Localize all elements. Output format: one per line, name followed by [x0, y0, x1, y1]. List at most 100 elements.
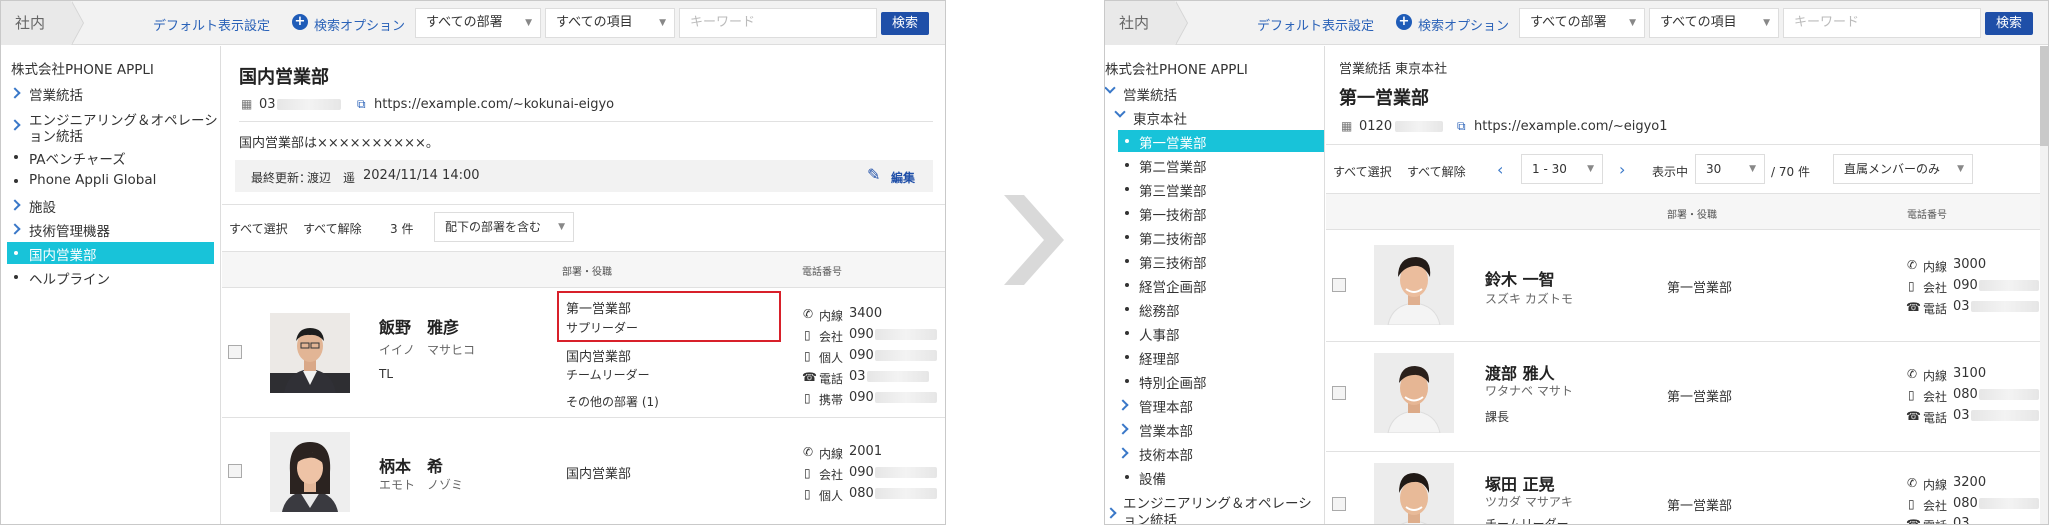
phone-number[interactable]: 090	[849, 327, 874, 342]
phone-number[interactable]: 090	[849, 465, 874, 480]
tree-item[interactable]: 人事部	[1139, 324, 1180, 344]
deselect-all-link[interactable]: すべて解除	[303, 220, 362, 237]
dept-url-link[interactable]: https://example.com/~kokunai-eigyo	[374, 97, 614, 112]
scrollbar-thumb[interactable]	[2040, 46, 2048, 146]
chevron-right-icon[interactable]	[9, 87, 21, 99]
row-checkbox[interactable]	[228, 345, 242, 359]
person-name[interactable]: 塚田 正晃	[1485, 471, 1555, 495]
dept-url-link[interactable]: https://example.com/~eigyo1	[1474, 119, 1668, 134]
updated-by-link[interactable]: 渡辺 遥	[307, 169, 355, 186]
scope-select[interactable]: 配下の部署を含む ▼	[434, 212, 574, 242]
search-options-link[interactable]: 検索オプション	[314, 15, 405, 34]
tree-item[interactable]: 第二技術部	[1139, 228, 1207, 248]
plus-circle-icon[interactable]: +	[1396, 14, 1412, 30]
tree-item-line2[interactable]: ョン統括	[1123, 509, 1177, 524]
tree-item[interactable]: 営業本部	[1139, 420, 1193, 440]
chevron-right-icon[interactable]	[9, 199, 21, 211]
search-button[interactable]: 検索	[1985, 12, 2033, 35]
person-name[interactable]: 渡部 雅人	[1485, 360, 1555, 384]
sidebar-item[interactable]: Phone Appli Global	[29, 172, 156, 188]
breadcrumb[interactable]: 社内	[1105, 1, 1175, 45]
company-name[interactable]: 株式会社PHONE APPLI	[11, 58, 154, 78]
phone-number[interactable]: 3100	[1953, 366, 1986, 381]
tree-item[interactable]: 第二営業部	[1139, 156, 1207, 176]
sidebar-item[interactable]: 営業統括	[29, 84, 83, 104]
dept-select[interactable]: すべての部署 ▼	[1519, 8, 1645, 38]
phone-number[interactable]: 03	[1953, 408, 1970, 423]
keyword-input[interactable]: キーワード	[1783, 8, 1981, 38]
row-checkbox[interactable]	[1332, 386, 1346, 400]
chevron-right-icon[interactable]	[1105, 507, 1117, 519]
phone-number[interactable]: 03	[1953, 299, 1970, 314]
person-name[interactable]: 柄本 希	[379, 453, 443, 477]
sidebar-item[interactable]: ヘルプライン	[29, 268, 110, 288]
edit-button[interactable]: 編集	[891, 169, 915, 186]
person-name[interactable]: 飯野 雅彦	[379, 314, 459, 338]
phone-number[interactable]: 080	[1953, 496, 1978, 511]
tree-item[interactable]: 設備	[1139, 468, 1166, 488]
row-checkbox[interactable]	[1332, 497, 1346, 511]
phone-number[interactable]: 090	[849, 390, 874, 405]
company-name[interactable]: 株式会社PHONE APPLI	[1105, 58, 1248, 78]
default-view-link[interactable]: デフォルト表示設定	[153, 15, 270, 34]
tree-item[interactable]: 総務部	[1139, 300, 1180, 320]
phone-number[interactable]: 090	[1953, 278, 1978, 293]
sidebar-item[interactable]: 技術管理機器	[29, 220, 110, 240]
plus-circle-icon[interactable]: +	[292, 14, 308, 30]
chevron-right-icon[interactable]	[9, 119, 21, 131]
tree-item[interactable]: 経理部	[1139, 348, 1180, 368]
row-checkbox[interactable]	[1332, 278, 1346, 292]
tree-item[interactable]: 技術本部	[1139, 444, 1193, 464]
tree-item[interactable]: 第三営業部	[1139, 180, 1207, 200]
phone-number[interactable]: 3200	[1953, 475, 1986, 490]
keyword-input[interactable]: キーワード	[679, 8, 877, 38]
member-filter-select[interactable]: 直属メンバーのみ ▼	[1833, 154, 1973, 184]
tree-item-selected[interactable]: 第一営業部	[1139, 132, 1207, 152]
tree-item[interactable]: 東京本社	[1133, 108, 1187, 128]
phone-number[interactable]: 090	[849, 348, 874, 363]
tree-item[interactable]: 第三技術部	[1139, 252, 1207, 272]
sidebar-item[interactable]: PAベンチャーズ	[29, 148, 126, 168]
search-options-link[interactable]: 検索オプション	[1418, 15, 1509, 34]
phone-number[interactable]: 2001	[849, 444, 882, 459]
tree-item[interactable]: 第一技術部	[1139, 204, 1207, 224]
chevron-down-icon[interactable]	[1114, 106, 1126, 118]
chevron-right-icon[interactable]	[1117, 423, 1129, 435]
person-name[interactable]: 鈴木 一智	[1485, 266, 1555, 290]
dept-select[interactable]: すべての部署 ▼	[415, 8, 541, 38]
next-page-icon[interactable]: ›	[1619, 160, 1625, 179]
tree-item[interactable]: 特別企画部	[1139, 372, 1207, 392]
chevron-down-icon[interactable]	[1105, 82, 1116, 94]
deselect-all-link[interactable]: すべて解除	[1407, 163, 1466, 180]
chevron-right-icon[interactable]	[1117, 447, 1129, 459]
prev-page-icon[interactable]: ‹	[1497, 160, 1503, 179]
other-depts-link[interactable]: その他の部署 (1)	[566, 393, 659, 410]
phone-number[interactable]: 3000	[1953, 257, 1986, 272]
default-view-link[interactable]: デフォルト表示設定	[1257, 15, 1374, 34]
chevron-right-icon[interactable]	[1117, 399, 1129, 411]
per-page-select[interactable]: 30 ▼	[1695, 154, 1765, 184]
tree-item[interactable]: 管理本部	[1139, 396, 1193, 416]
phone-number[interactable]: 03	[849, 369, 866, 384]
avatar	[1374, 353, 1454, 433]
row-checkbox[interactable]	[228, 464, 242, 478]
sidebar-item[interactable]: 施設	[29, 196, 56, 216]
tree-item[interactable]: 営業統括	[1123, 84, 1177, 104]
select-all-link[interactable]: すべて選択	[229, 220, 288, 237]
sidebar-item-line2[interactable]: ョン統括	[29, 125, 83, 145]
phone-number[interactable]: 03	[1953, 516, 1970, 524]
search-button[interactable]: 検索	[881, 12, 929, 35]
select-all-link[interactable]: すべて選択	[1333, 163, 1392, 180]
tree-item[interactable]: 経営企画部	[1139, 276, 1207, 296]
pencil-icon[interactable]: ✎	[867, 165, 880, 184]
item-select[interactable]: すべての項目 ▼	[1649, 8, 1779, 38]
breadcrumb[interactable]: 社内	[1, 1, 71, 45]
phone-icon: ✆	[1907, 258, 1918, 272]
sidebar-item-selected[interactable]: 国内営業部	[29, 244, 97, 264]
phone-number[interactable]: 080	[849, 486, 874, 501]
chevron-right-icon[interactable]	[9, 223, 21, 235]
page-range-select[interactable]: 1 - 30 ▼	[1521, 154, 1603, 184]
phone-number[interactable]: 080	[1953, 387, 1978, 402]
phone-number[interactable]: 3400	[849, 306, 882, 321]
item-select[interactable]: すべての項目 ▼	[545, 8, 675, 38]
